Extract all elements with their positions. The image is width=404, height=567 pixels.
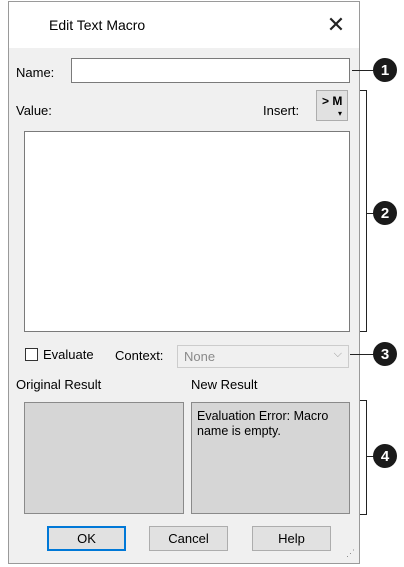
- callout-2-bracket: [360, 90, 367, 332]
- new-result-text: Evaluation Error: Macro name is empty.: [197, 409, 329, 438]
- dialog-title: Edit Text Macro: [49, 17, 146, 33]
- resize-grip-icon[interactable]: ⋰: [346, 548, 355, 559]
- evaluate-checkbox[interactable]: [25, 348, 38, 361]
- evaluate-label: Evaluate: [43, 347, 94, 362]
- callout-2: 2: [373, 201, 397, 225]
- help-button[interactable]: Help: [252, 526, 331, 551]
- insert-label: Insert:: [263, 103, 300, 118]
- context-selected-value: None: [184, 349, 216, 364]
- insert-macro-button-label: > M: [322, 94, 343, 108]
- context-select[interactable]: None ⌵: [177, 345, 349, 368]
- callout-4-bracket: [360, 400, 367, 515]
- callout-3: 3: [373, 342, 397, 366]
- name-input[interactable]: [71, 58, 350, 83]
- title-bar: Edit Text Macro ✕: [9, 2, 359, 48]
- ok-button[interactable]: OK: [47, 526, 126, 551]
- new-result-box: Evaluation Error: Macro name is empty.: [191, 402, 350, 514]
- callout-4: 4: [373, 444, 397, 468]
- chevron-down-icon: ⌵: [333, 348, 342, 360]
- dropdown-arrow-icon: ▾: [337, 109, 342, 118]
- value-label: Value:: [16, 103, 52, 118]
- edit-text-macro-dialog: Edit Text Macro ✕ Name: Value: Insert: >…: [8, 1, 360, 564]
- context-label: Context:: [115, 348, 164, 363]
- original-result-label: Original Result: [16, 377, 102, 392]
- new-result-label: New Result: [191, 377, 258, 392]
- insert-macro-button[interactable]: > M ▾: [316, 90, 348, 121]
- original-result-box: [24, 402, 184, 514]
- cancel-button[interactable]: Cancel: [149, 526, 228, 551]
- callout-1: 1: [373, 58, 397, 82]
- close-icon[interactable]: ✕: [313, 2, 359, 48]
- name-label: Name:: [16, 65, 55, 80]
- value-textarea[interactable]: [24, 131, 350, 332]
